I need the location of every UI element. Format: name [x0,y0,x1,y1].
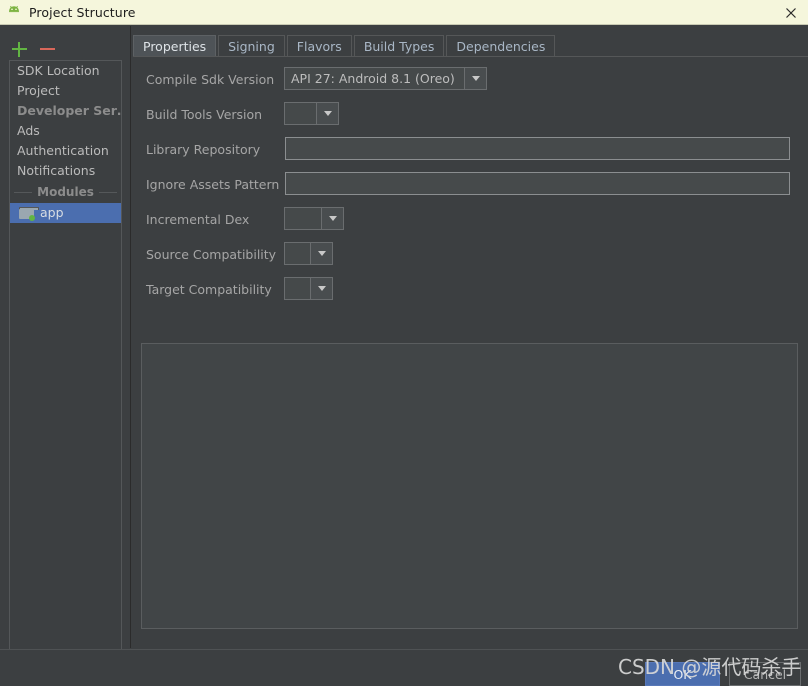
title-bar: Project Structure [0,0,808,25]
properties-form: Compile Sdk Version API 27: Android 8.1 … [131,64,808,309]
form-row-incremental-dex: Incremental Dex [131,204,808,239]
sidebar-item-notifications[interactable]: Notifications [10,161,121,181]
chevron-down-icon [464,68,486,89]
remove-module-button[interactable] [36,38,58,60]
tab-bar-underline [133,56,808,57]
sidebar-tree: SDK Location Project Developer Ser… … Ad… [9,60,122,671]
library-repository-input[interactable] [285,137,790,160]
sidebar-item-project[interactable]: Project [10,81,121,101]
dialog-footer: OK Cancel [0,649,808,686]
chevron-down-icon [310,243,332,264]
source-compatibility-dropdown[interactable] [284,242,333,265]
form-row-source-compatibility: Source Compatibility [131,239,808,274]
label-source-compatibility: Source Compatibility [146,247,277,262]
details-panel [141,343,798,629]
sidebar-item-ads[interactable]: Ads [10,121,121,141]
form-row-build-tools-version: Build Tools Version [131,99,808,134]
label-compile-sdk-version: Compile Sdk Version [146,72,275,87]
chevron-down-icon [321,208,343,229]
target-compatibility-value [285,278,310,299]
project-structure-dialog: Project Structure SDK Location Project D… [0,0,808,686]
chevron-down-icon [316,103,338,124]
android-robot-icon [6,4,22,20]
target-compatibility-dropdown[interactable] [284,277,333,300]
label-library-repository: Library Repository [146,142,261,157]
label-build-tools-version: Build Tools Version [146,107,263,122]
group-separator-right [98,191,117,193]
tab-properties[interactable]: Properties [133,35,217,57]
form-row-target-compatibility: Target Compatibility [131,274,808,309]
sidebar-toolbar [0,38,130,62]
form-row-compile-sdk-version: Compile Sdk Version API 27: Android 8.1 … [131,64,808,99]
ignore-assets-pattern-input[interactable] [285,172,790,195]
label-ignore-assets-pattern: Ignore Assets Pattern [146,177,280,192]
tab-dependencies[interactable]: Dependencies [446,35,556,57]
sidebar: SDK Location Project Developer Ser… … Ad… [0,26,130,671]
sidebar-item-app[interactable]: app [10,203,121,223]
group-label-modules: Modules [37,185,94,199]
main-content: Properties Signing Flavors Build Types D… [131,26,808,648]
window-title: Project Structure [29,4,136,20]
incremental-dex-dropdown[interactable] [284,207,344,230]
label-incremental-dex: Incremental Dex [146,212,250,227]
chevron-down-icon [310,278,332,299]
tab-flavors[interactable]: Flavors [286,35,352,57]
form-row-library-repository: Library Repository [131,134,808,169]
sidebar-group-modules: Modules [10,181,121,203]
close-icon[interactable] [774,0,808,25]
sidebar-item-app-label: app [40,205,64,220]
sidebar-item-developer-services[interactable]: Developer Ser… … [10,101,121,121]
tab-build-types[interactable]: Build Types [353,35,445,57]
cancel-button[interactable]: Cancel [729,662,801,686]
build-tools-version-dropdown[interactable] [284,102,339,125]
form-row-ignore-assets-pattern: Ignore Assets Pattern [131,169,808,204]
tab-bar: Properties Signing Flavors Build Types D… [133,34,808,57]
incremental-dex-value [285,208,321,229]
add-module-button[interactable] [8,38,30,60]
build-tools-version-value [285,103,316,124]
group-separator-left [14,191,33,193]
folder-icon [19,206,39,221]
compile-sdk-version-dropdown[interactable]: API 27: Android 8.1 (Oreo) [284,67,487,90]
sidebar-item-sdk-location[interactable]: SDK Location [10,61,121,81]
tab-signing[interactable]: Signing [218,35,285,57]
compile-sdk-version-value: API 27: Android 8.1 (Oreo) [291,71,455,86]
label-target-compatibility: Target Compatibility [146,282,272,297]
source-compatibility-value [285,243,310,264]
ok-button[interactable]: OK [645,662,720,686]
sidebar-item-authentication[interactable]: Authentication [10,141,121,161]
